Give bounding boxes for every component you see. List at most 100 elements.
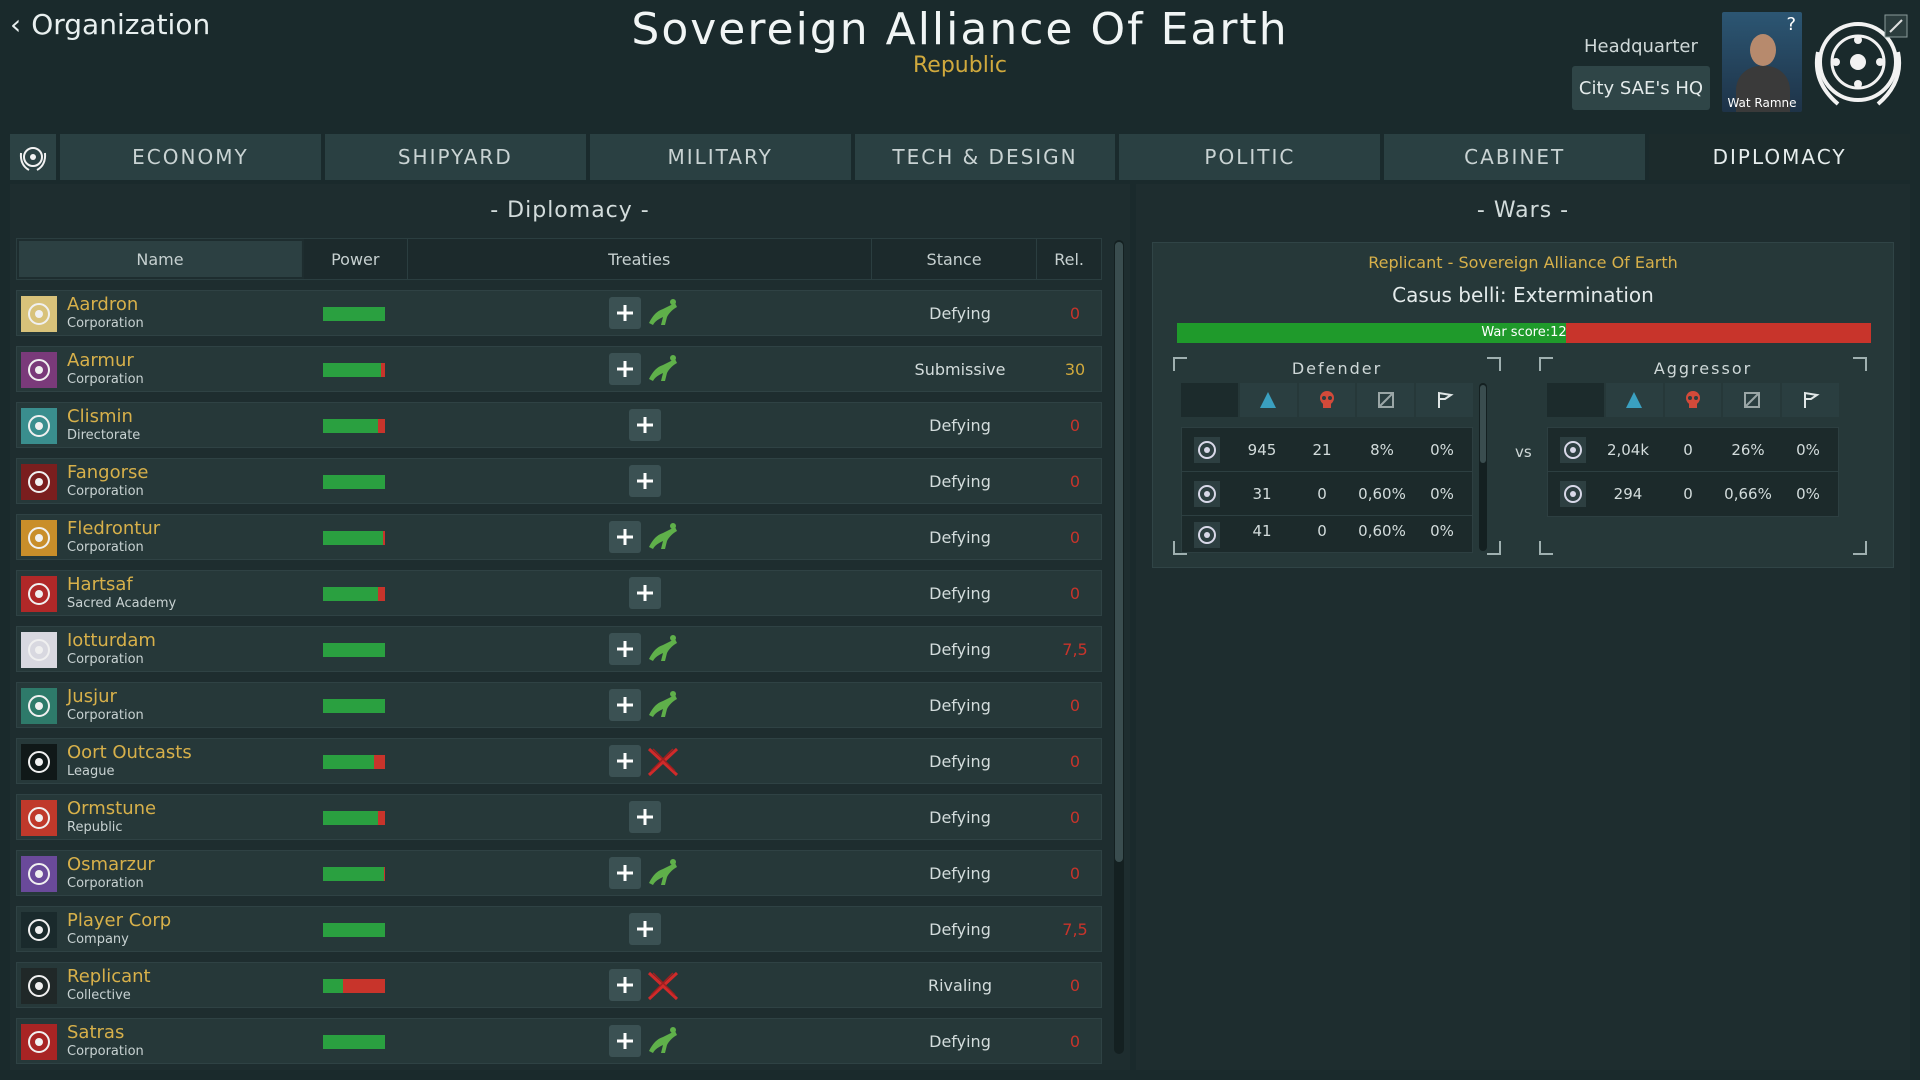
add-treaty-button[interactable] — [609, 1025, 641, 1057]
faction-row[interactable]: Satras Corporation Defying 0 — [16, 1018, 1102, 1064]
tab-politic[interactable]: POLITIC — [1119, 134, 1381, 180]
faction-name[interactable]: Oort Outcasts — [67, 742, 192, 763]
add-treaty-button[interactable] — [609, 297, 641, 329]
faction-row[interactable]: Fangorse Corporation Defying 0 — [16, 458, 1102, 504]
defender-row[interactable]: 945 21 8% 0% — [1181, 427, 1473, 473]
power-bar — [323, 979, 385, 993]
faction-row[interactable]: Jusjur Corporation Defying 0 — [16, 682, 1102, 728]
add-treaty-button[interactable] — [609, 689, 641, 721]
defender-scroll-thumb[interactable] — [1480, 385, 1486, 463]
add-treaty-button[interactable] — [609, 969, 641, 1001]
war-card[interactable]: Replicant - Sovereign Alliance Of Earth … — [1152, 242, 1894, 568]
faction-row[interactable]: Aarmur Corporation Submissive 30 — [16, 346, 1102, 392]
peace-treaty-icon[interactable] — [645, 689, 681, 723]
faction-name[interactable]: Aardron — [67, 294, 138, 315]
power-bar — [323, 755, 385, 769]
faction-name[interactable]: Player Corp — [67, 910, 171, 931]
power-bar — [323, 867, 385, 881]
faction-name[interactable]: Clismin — [67, 406, 133, 427]
tab-tech-design[interactable]: TECH & DESIGN — [854, 134, 1116, 180]
defender-row[interactable]: 41 0 0,60% 0% — [1181, 515, 1473, 553]
aggressor-row[interactable]: 2,04k 0 26% 0% — [1547, 427, 1839, 473]
peace-treaty-icon[interactable] — [645, 633, 681, 667]
add-treaty-button[interactable] — [609, 521, 641, 553]
faction-row[interactable]: Oort Outcasts League Defying 0 — [16, 738, 1102, 784]
faction-name[interactable]: Replicant — [67, 966, 151, 987]
defender-row[interactable]: 31 0 0,60% 0% — [1181, 471, 1473, 517]
faction-name[interactable]: Satras — [67, 1022, 124, 1043]
add-treaty-button[interactable] — [629, 409, 661, 441]
tab-economy[interactable]: ECONOMY — [60, 134, 321, 180]
diplomacy-rows: Aardron Corporation Defying 0 Aarmur Corporat… — [16, 290, 1102, 1074]
faction-row[interactable]: Replicant Collective Rivaling 0 — [16, 962, 1102, 1008]
losses-value: 0 — [1317, 485, 1327, 503]
add-treaty-button[interactable] — [609, 745, 641, 777]
relation-value: 0 — [1069, 304, 1081, 323]
add-treaty-button[interactable] — [629, 913, 661, 945]
peace-treaty-icon[interactable] — [645, 297, 681, 331]
add-treaty-button[interactable] — [629, 801, 661, 833]
faction-row[interactable]: Fledrontur Corporation Defying 0 — [16, 514, 1102, 560]
add-treaty-button[interactable] — [629, 465, 661, 497]
faction-name[interactable]: Osmarzur — [67, 854, 155, 875]
add-treaty-button[interactable] — [609, 857, 641, 889]
add-treaty-button[interactable] — [609, 633, 641, 665]
expand-icon[interactable] — [1884, 14, 1908, 38]
faction-row[interactable]: Ormstune Republic Defying 0 — [16, 794, 1102, 840]
help-icon[interactable]: ? — [1786, 14, 1796, 35]
participant-emblem-icon — [1548, 481, 1598, 507]
faction-name[interactable]: Fledrontur — [67, 518, 160, 539]
faction-row[interactable]: Aardron Corporation Defying 0 — [16, 290, 1102, 336]
column-relation[interactable]: Rel. — [1037, 239, 1102, 279]
hq-label: Headquarter — [1584, 36, 1698, 57]
hq-button[interactable]: City SAE's HQ — [1572, 66, 1710, 110]
column-power[interactable]: Power — [303, 239, 408, 279]
vs-label: vs — [1515, 443, 1532, 461]
add-treaty-button[interactable] — [609, 353, 641, 385]
faction-name[interactable]: Jusjur — [67, 686, 117, 707]
faction-name[interactable]: Hartsaf — [67, 574, 133, 595]
occupied-value: 26% — [1731, 441, 1765, 459]
back-button[interactable]: ‹ Organization — [10, 8, 210, 41]
peace-treaty-icon[interactable] — [645, 521, 681, 555]
aggressor-title: Aggressor — [1653, 359, 1753, 378]
captured-value: 0% — [1430, 522, 1454, 540]
faction-row[interactable]: Hartsaf Sacred Academy Defying 0 — [16, 570, 1102, 616]
tab-diplomacy[interactable]: DIPLOMACY — [1649, 134, 1911, 180]
faction-type: Directorate — [67, 428, 141, 443]
faction-name[interactable]: Iotturdam — [67, 630, 156, 651]
tab-shipyard[interactable]: SHIPYARD — [324, 134, 586, 180]
diplomacy-scroll-thumb[interactable] — [1115, 242, 1123, 862]
corner-decor — [1487, 541, 1501, 555]
aggressor-row[interactable]: 294 0 0,66% 0% — [1547, 471, 1839, 517]
column-stance[interactable]: Stance — [871, 239, 1038, 279]
stance-value: Defying — [929, 1032, 991, 1051]
diplomacy-scrollbar[interactable] — [1114, 240, 1124, 1054]
column-treaties[interactable]: Treaties — [407, 239, 872, 279]
faction-name[interactable]: Aarmur — [67, 350, 134, 371]
tab-military[interactable]: MILITARY — [589, 134, 851, 180]
title-block: Sovereign Alliance Of Earth Republic — [560, 4, 1360, 78]
peace-treaty-icon[interactable] — [645, 353, 681, 387]
tab-cabinet[interactable]: CABINET — [1384, 134, 1646, 180]
faction-row[interactable]: Iotturdam Corporation Defying 7,5 — [16, 626, 1102, 672]
column-name[interactable]: Name — [19, 241, 302, 277]
faction-type: Corporation — [67, 316, 144, 331]
occupied-planet-icon — [1355, 383, 1415, 417]
tab-home[interactable] — [10, 134, 56, 180]
add-treaty-button[interactable] — [629, 577, 661, 609]
war-icon[interactable] — [645, 969, 681, 1003]
faction-row[interactable]: Clismin Directorate Defying 0 — [16, 402, 1102, 448]
defender-scrollbar[interactable] — [1479, 383, 1487, 551]
war-icon[interactable] — [645, 745, 681, 779]
power-bar-fill — [323, 475, 385, 489]
faction-row[interactable]: Osmarzur Corporation Defying 0 — [16, 850, 1102, 896]
faction-row[interactable]: Player Corp Company Defying 7,5 — [16, 906, 1102, 952]
captured-value: 0% — [1796, 485, 1820, 503]
leader-avatar[interactable]: ? Wat Ramne — [1722, 12, 1802, 112]
peace-treaty-icon[interactable] — [645, 857, 681, 891]
faction-name[interactable]: Ormstune — [67, 798, 156, 819]
faction-emblem-icon — [21, 632, 57, 668]
peace-treaty-icon[interactable] — [645, 1025, 681, 1059]
faction-name[interactable]: Fangorse — [67, 462, 148, 483]
